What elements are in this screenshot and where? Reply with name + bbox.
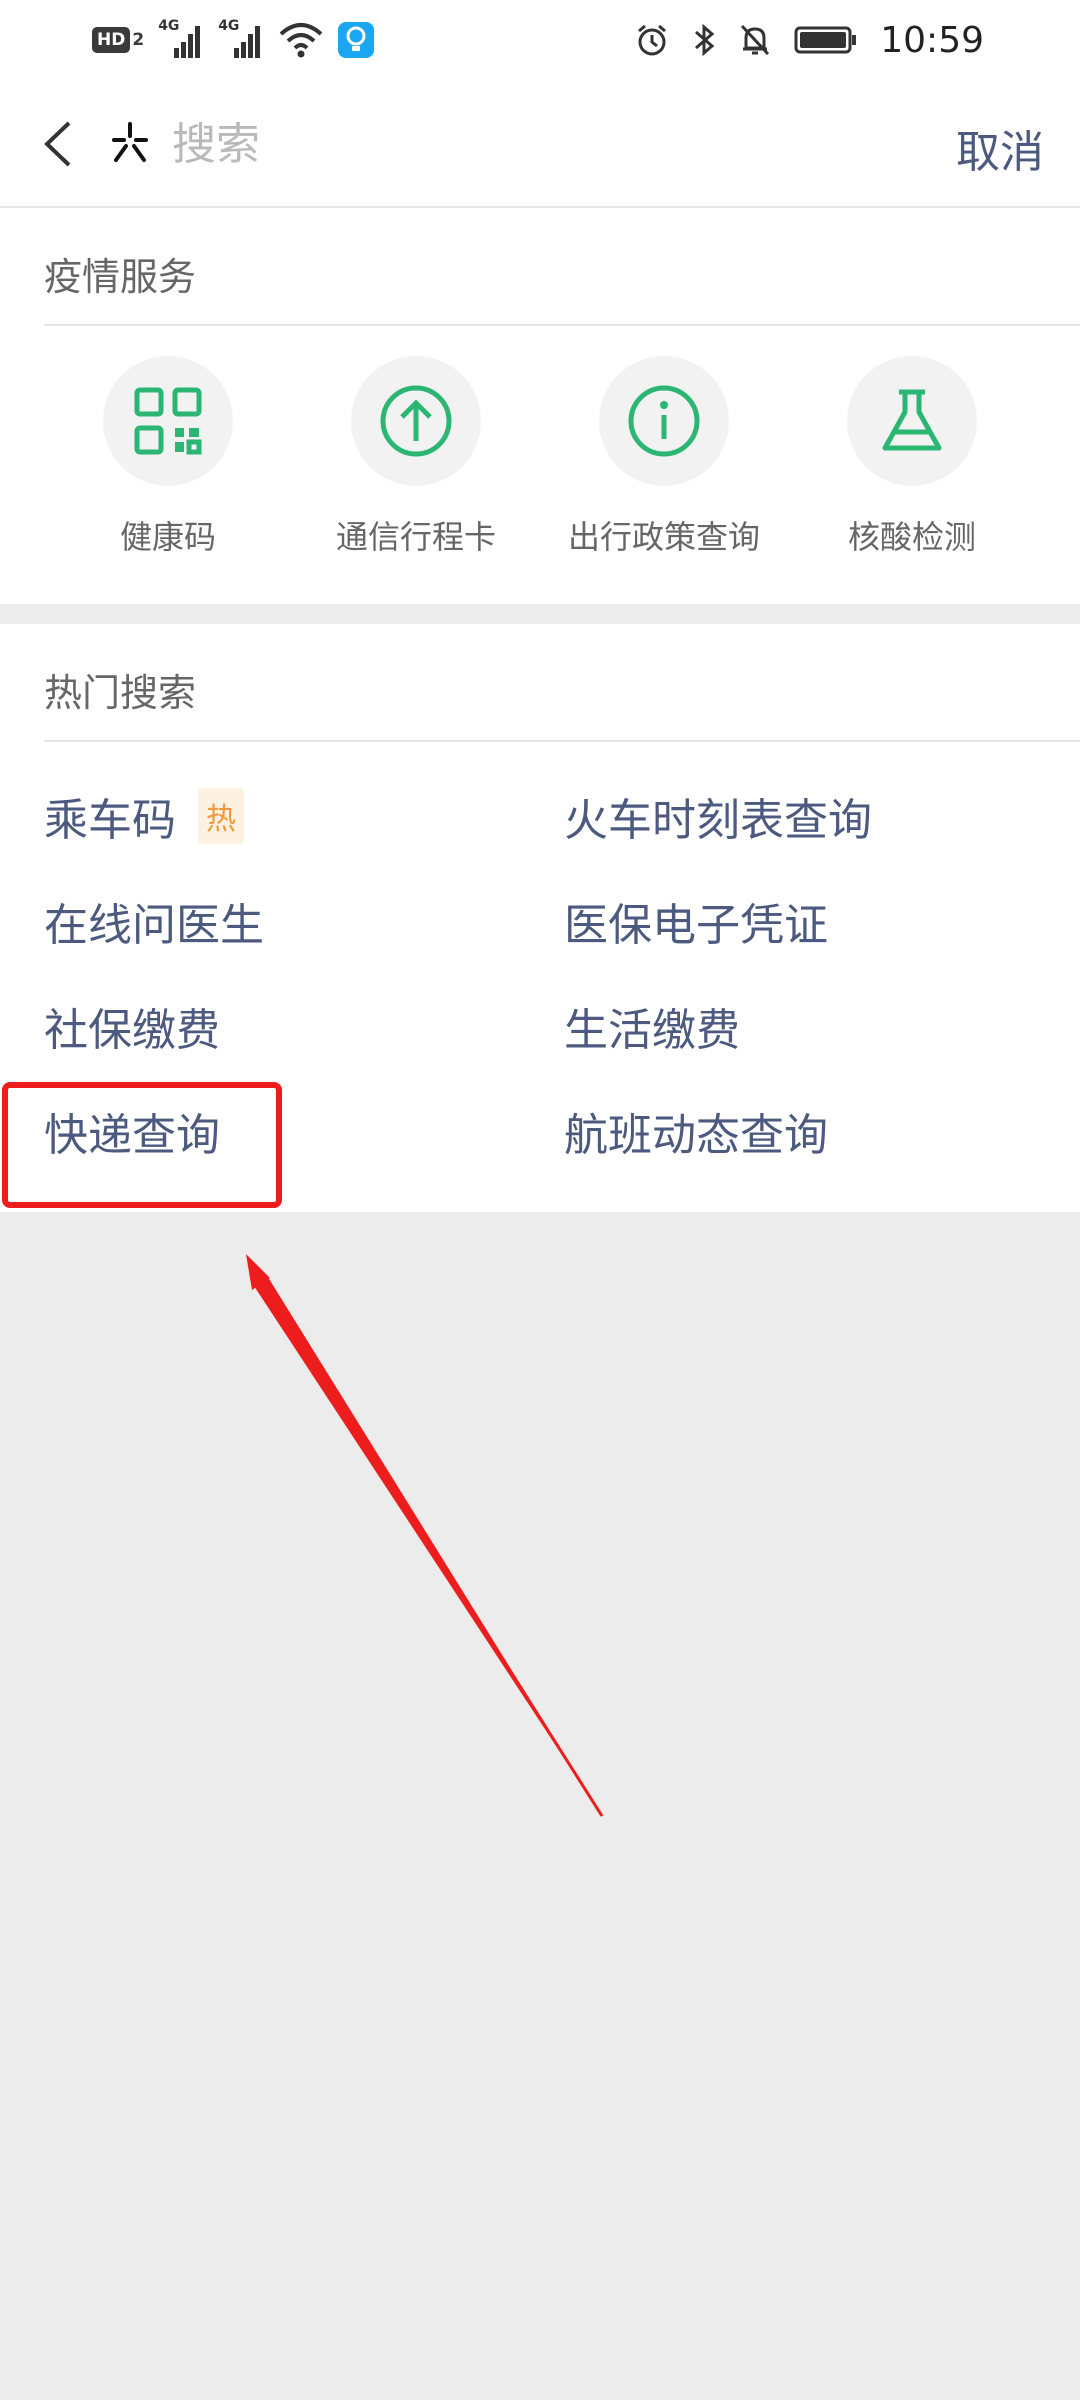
app-logo-icon (112, 122, 148, 162)
service-label: 健康码 (119, 518, 216, 556)
hot-search-item[interactable]: 社保缴费 (44, 994, 220, 1058)
hot-search-item[interactable]: 火车时刻表查询 (564, 784, 872, 848)
section-divider (44, 740, 1080, 742)
section-title-hot: 热门搜索 (44, 671, 197, 715)
hot-search-row: 在线问医生 医保电子凭证 (0, 889, 1080, 994)
cancel-button[interactable]: 取消 (956, 116, 1044, 180)
wifi-icon (278, 20, 324, 60)
search-input[interactable] (172, 110, 732, 178)
qr-code-icon (134, 387, 202, 455)
signal-1-label: 4G (158, 18, 180, 34)
service-nucleic-test[interactable]: 核酸检测 (788, 356, 1036, 558)
signal-2-label: 4G (218, 18, 240, 34)
hd-label: HD (92, 27, 131, 53)
chevron-left-icon (44, 121, 71, 167)
flask-icon (882, 389, 942, 451)
signal-icon: 4G (218, 18, 264, 60)
app-notification-icon (338, 22, 375, 58)
battery-icon (794, 26, 857, 54)
hot-search-item[interactable]: 医保电子凭证 (564, 889, 828, 953)
epidemic-services-grid: 健康码 通信行程卡 出行政策查询 核酸检测 (0, 356, 1080, 558)
service-travel-policy[interactable]: 出行政策查询 (540, 356, 788, 558)
hot-search-item[interactable]: 航班动态查询 (564, 1099, 828, 1163)
back-button[interactable] (28, 114, 88, 174)
epidemic-services-section: 疫情服务 健康码 通信行程卡 出行政策查询 核酸检测 (0, 208, 1080, 604)
alarm-icon (638, 24, 667, 56)
status-bar-left: HD 2 4G 4G (92, 18, 375, 62)
annotation-highlight-box (2, 1082, 282, 1208)
hot-search-row: 乘车码 热 火车时刻表查询 (0, 784, 1080, 889)
hot-badge: 热 (198, 788, 244, 844)
service-icon-circle (103, 356, 233, 486)
hd-icon: HD 2 (92, 27, 144, 53)
service-icon-circle (847, 356, 977, 486)
service-trip-card[interactable]: 通信行程卡 (292, 356, 540, 558)
mute-icon (741, 24, 770, 56)
info-circle-icon (628, 385, 700, 457)
signal-icon: 4G (158, 18, 204, 60)
service-icon-circle (351, 356, 481, 486)
hd-sub-label: 2 (132, 30, 145, 50)
service-label: 出行政策查询 (567, 518, 760, 556)
service-label: 核酸检测 (847, 518, 976, 556)
hot-search-item[interactable]: 生活缴费 (564, 994, 740, 1058)
service-label: 通信行程卡 (335, 518, 496, 556)
section-title-epidemic: 疫情服务 (44, 255, 197, 299)
service-icon-circle (599, 356, 729, 486)
hot-search-label: 乘车码 (44, 795, 176, 846)
search-header: 取消 (0, 80, 1080, 208)
hot-search-item[interactable]: 乘车码 热 (44, 784, 244, 848)
arrow-up-circle-icon (380, 385, 452, 457)
status-bar-right: 10:59 (634, 18, 984, 62)
section-divider (44, 324, 1080, 326)
status-bar: HD 2 4G 4G 10:59 (0, 0, 1080, 80)
bluetooth-icon (695, 23, 715, 57)
status-time: 10:59 (880, 19, 984, 61)
hot-search-item[interactable]: 在线问医生 (44, 889, 264, 953)
service-health-code[interactable]: 健康码 (44, 356, 292, 558)
